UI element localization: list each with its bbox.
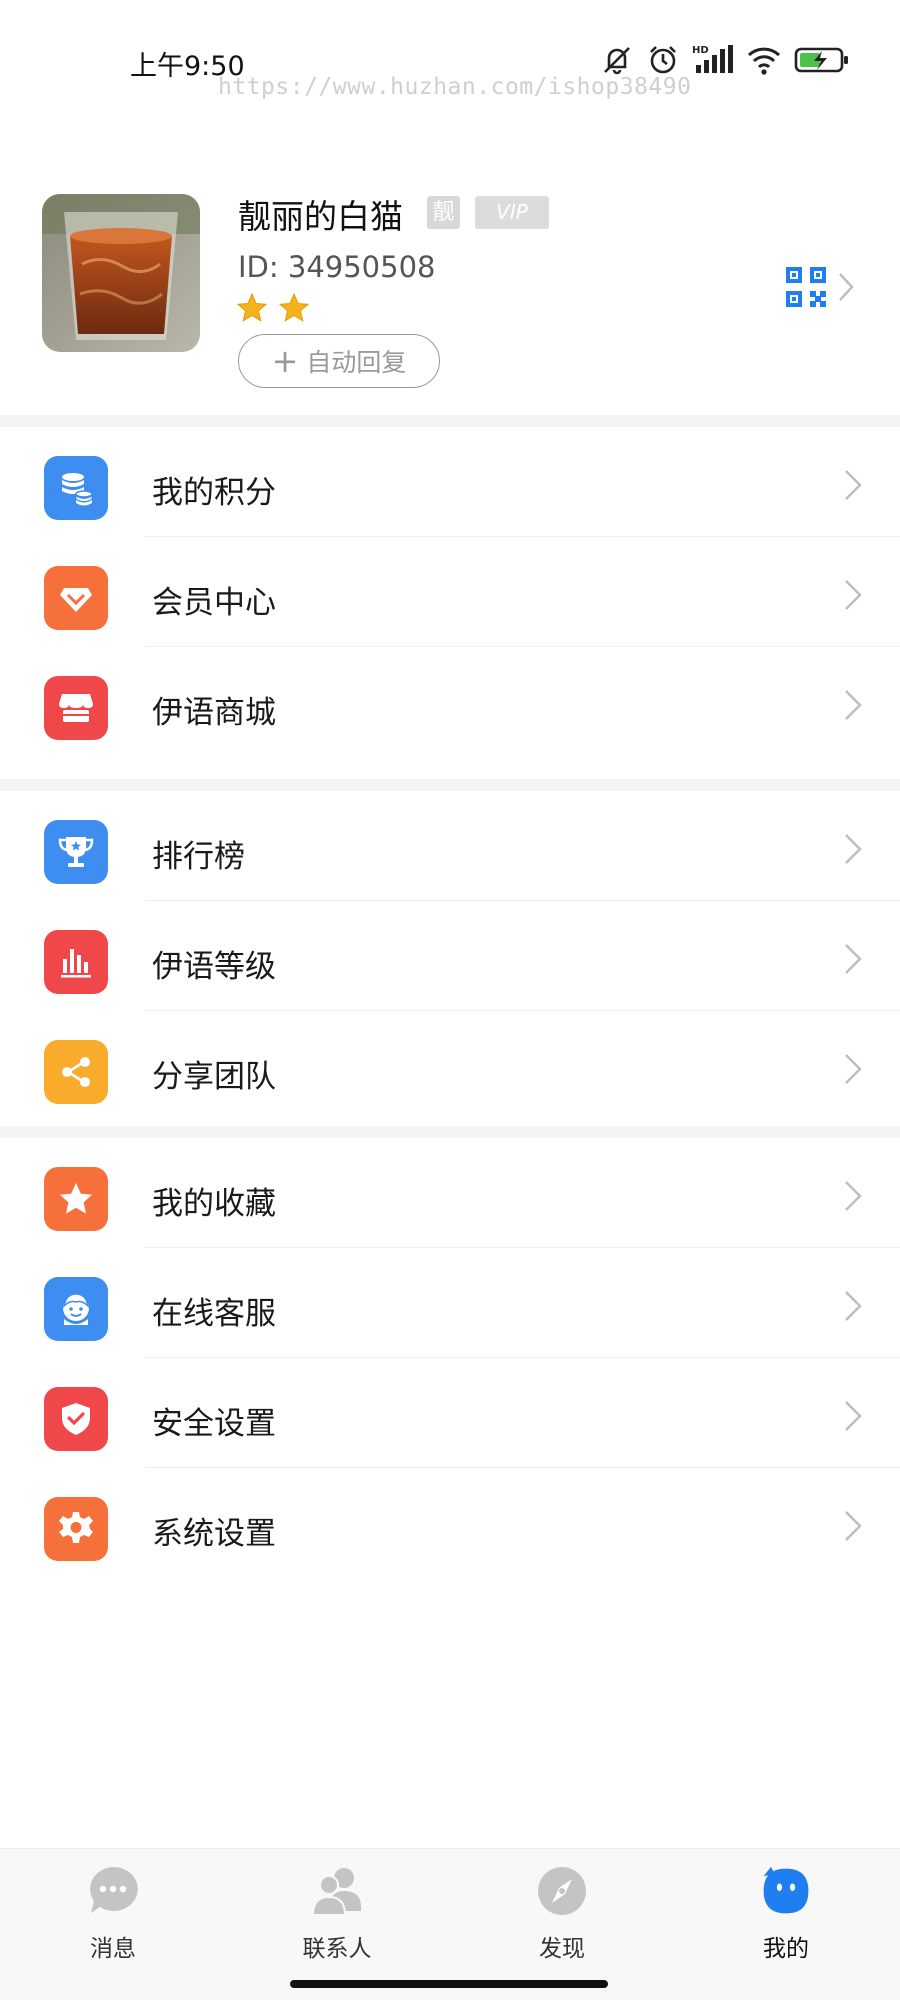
menu-item-membership[interactable]: 会员中心 <box>0 537 900 647</box>
shield-check-icon <box>44 1387 108 1451</box>
menu-label: 会员中心 <box>152 585 276 621</box>
mute-icon <box>600 43 634 77</box>
nav-label: 发现 <box>539 1936 585 1962</box>
menu-label: 我的积分 <box>152 475 276 511</box>
star-icon <box>278 292 310 322</box>
nav-label: 消息 <box>90 1936 136 1962</box>
star-icon <box>44 1167 108 1231</box>
menu-item-security[interactable]: 安全设置 <box>0 1358 900 1468</box>
chevron-right-icon <box>845 580 862 610</box>
badge-jing: 靓 <box>427 196 460 229</box>
home-indicator[interactable] <box>290 1980 608 1988</box>
chevron-right-icon <box>845 1181 862 1211</box>
section-divider <box>0 1126 900 1138</box>
menu-label: 伊语商城 <box>152 695 276 731</box>
alarm-icon <box>646 43 680 77</box>
chevron-right-icon <box>839 273 854 301</box>
chevron-right-icon <box>845 470 862 500</box>
gear-icon <box>44 1497 108 1561</box>
me-face-icon <box>758 1863 814 1919</box>
nav-tab-messages[interactable]: 消息 <box>53 1863 173 1973</box>
menu-item-customer-service[interactable]: 在线客服 <box>0 1248 900 1358</box>
battery-charging-icon <box>794 45 850 75</box>
nav-tab-me[interactable]: 我的 <box>726 1863 846 1973</box>
menu-item-favorites[interactable]: 我的收藏 <box>0 1138 900 1248</box>
menu-label: 安全设置 <box>152 1406 276 1442</box>
nickname: 靓丽的白猫 <box>238 197 403 236</box>
chat-bubble-icon <box>85 1863 141 1919</box>
section-divider <box>0 415 900 427</box>
bar-chart-icon <box>44 930 108 994</box>
profile-card[interactable]: 靓丽的白猫 靓 VIP ID: 34950508 + 自动回复 <box>0 150 900 415</box>
menu-item-level[interactable]: 伊语等级 <box>0 901 900 1011</box>
chevron-right-icon <box>845 1054 862 1084</box>
level-stars <box>236 292 310 324</box>
menu-label: 在线客服 <box>152 1296 276 1332</box>
menu-label: 排行榜 <box>152 839 245 875</box>
store-icon <box>44 676 108 740</box>
menu-item-leaderboard[interactable]: 排行榜 <box>0 791 900 901</box>
nav-label: 我的 <box>763 1936 809 1962</box>
chevron-right-icon <box>845 944 862 974</box>
badge-vip: VIP <box>475 196 549 229</box>
compass-icon <box>534 1863 590 1919</box>
service-agent-icon <box>44 1277 108 1341</box>
hd-signal-icon: HD <box>692 43 734 77</box>
menu-item-system-settings[interactable]: 系统设置 <box>0 1468 900 1578</box>
chevron-right-icon <box>845 1511 862 1541</box>
section-divider <box>0 779 900 791</box>
status-bar: 上午9:50 https://www.huzhan.com/ishop38490… <box>0 0 900 110</box>
user-id: ID: 34950508 <box>238 250 436 284</box>
qr-code-icon <box>786 267 826 307</box>
coins-icon <box>44 456 108 520</box>
menu-item-share-team[interactable]: 分享团队 <box>0 1011 900 1121</box>
nav-tab-discover[interactable]: 发现 <box>502 1863 622 1973</box>
svg-text:HD: HD <box>692 45 709 56</box>
menu-label: 分享团队 <box>152 1059 276 1095</box>
chevron-right-icon <box>845 690 862 720</box>
app-root: 上午9:50 https://www.huzhan.com/ishop38490… <box>0 0 900 2000</box>
nav-tab-contacts[interactable]: 联系人 <box>277 1863 397 1973</box>
auto-reply-button[interactable]: + 自动回复 <box>238 334 440 388</box>
menu-label: 伊语等级 <box>152 949 276 985</box>
share-icon <box>44 1040 108 1104</box>
nav-label: 联系人 <box>302 1936 372 1962</box>
status-icons: HD <box>600 40 850 80</box>
trophy-icon <box>44 820 108 884</box>
menu-label: 我的收藏 <box>152 1186 276 1222</box>
contacts-icon <box>309 1863 365 1919</box>
chevron-right-icon <box>845 1291 862 1321</box>
menu-item-points[interactable]: 我的积分 <box>0 427 900 537</box>
diamond-icon <box>44 566 108 630</box>
wifi-icon <box>746 43 782 77</box>
qr-code-button[interactable] <box>786 267 854 307</box>
plus-icon: + <box>271 342 299 380</box>
menu-label: 系统设置 <box>152 1516 276 1552</box>
chevron-right-icon <box>845 834 862 864</box>
menu-item-store[interactable]: 伊语商城 <box>0 647 900 757</box>
star-icon <box>236 292 268 322</box>
avatar[interactable] <box>42 194 200 352</box>
chevron-right-icon <box>845 1401 862 1431</box>
bottom-nav: 消息 联系人 发现 我的 <box>0 1848 900 2000</box>
auto-reply-label: 自动回复 <box>306 348 407 377</box>
